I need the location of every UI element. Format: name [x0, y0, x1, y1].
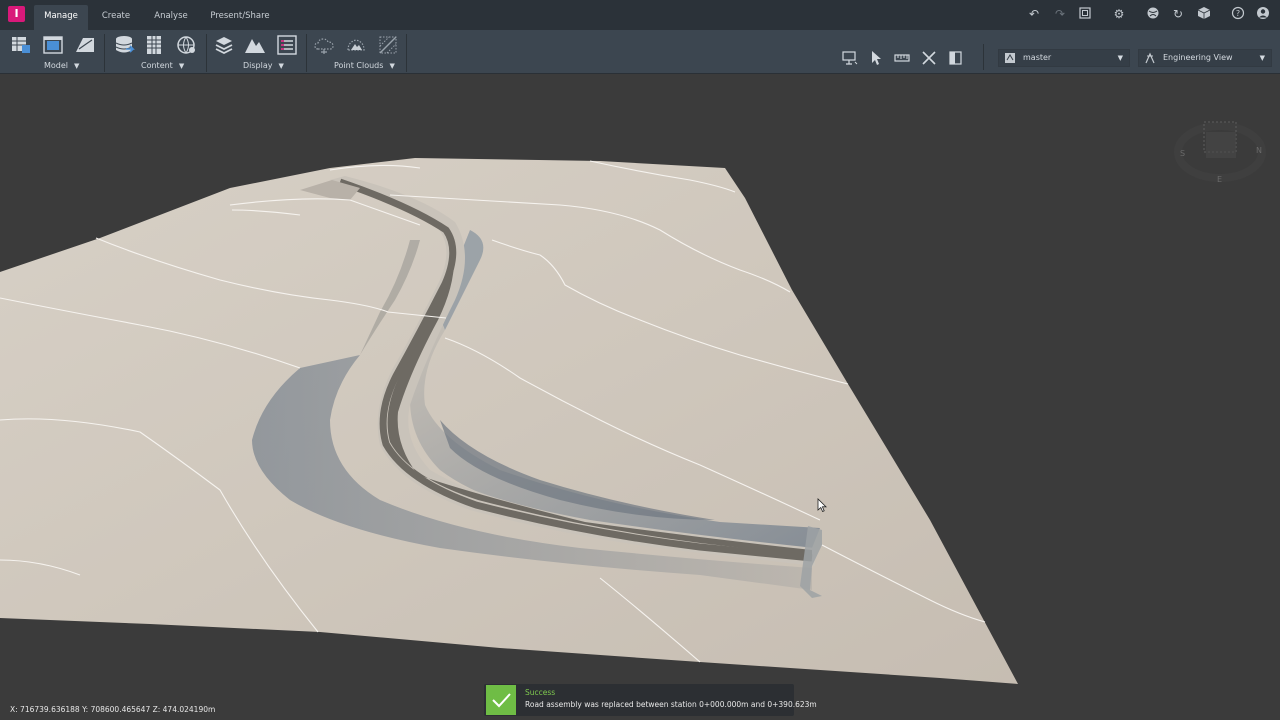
svg-text:?: ?: [1236, 9, 1240, 18]
branch-select-value: master: [1023, 53, 1052, 62]
settings-icon[interactable]: ⚙: [1111, 6, 1127, 22]
terrain-icon[interactable]: [244, 34, 266, 56]
fullscreen-icon[interactable]: [1077, 6, 1093, 22]
sync-icon[interactable]: ↻: [1170, 6, 1186, 22]
tab-present-share[interactable]: Present/Share: [206, 5, 274, 30]
measure-icon[interactable]: [894, 50, 910, 66]
engineering-view-icon: [1144, 52, 1156, 64]
tab-analyse[interactable]: Analyse: [150, 5, 192, 30]
ribbon-separator: [306, 34, 307, 72]
mouse-cursor-icon: [817, 498, 827, 512]
cube-icon[interactable]: [1196, 6, 1212, 22]
ribbon-group-point-clouds[interactable]: Point Clouds ▼: [334, 61, 395, 70]
ribbon-group-model[interactable]: Model ▼: [44, 61, 79, 70]
tab-create[interactable]: Create: [96, 5, 136, 30]
success-notification[interactable]: Success Road assembly was replaced betwe…: [484, 684, 817, 716]
viewcube-label-n[interactable]: N: [1256, 146, 1262, 155]
3d-viewport[interactable]: [0, 74, 1280, 720]
undo-icon[interactable]: ↶: [1026, 6, 1042, 22]
chevron-down-icon: ▼: [1117, 54, 1123, 62]
view-select-value: Engineering View: [1163, 53, 1233, 62]
database-icon[interactable]: [113, 34, 135, 56]
point-cloud-scan-icon[interactable]: [377, 34, 399, 56]
app-logo[interactable]: I: [8, 6, 25, 22]
ribbon-group-content[interactable]: Content ▼: [141, 61, 184, 70]
ribbon-separator: [104, 34, 105, 72]
list-icon[interactable]: [276, 34, 298, 56]
ribbon-toolbar: Model ▼ Content ▼ Display ▼ Point Clouds…: [0, 30, 1280, 74]
model-map-icon[interactable]: [74, 34, 96, 56]
ribbon-separator: [983, 44, 984, 70]
ribbon-separator: [206, 34, 207, 72]
proposal-icon: [1004, 52, 1016, 64]
terrain-surface: [0, 158, 1018, 684]
viewcube-label-s[interactable]: S: [1180, 149, 1185, 158]
user-icon[interactable]: [1255, 6, 1271, 22]
cursor-coordinates: X: 716739.636188 Y: 708600.465647 Z: 474…: [10, 705, 216, 714]
application-window: I Manage Create Analyse Present/Share ↶ …: [0, 0, 1280, 720]
check-icon: [486, 685, 516, 715]
model-table-icon[interactable]: [10, 34, 32, 56]
notification-message: Road assembly was replaced between stati…: [525, 700, 817, 709]
network-globe-icon[interactable]: [175, 34, 197, 56]
cut-icon[interactable]: [921, 50, 937, 66]
split-view-icon[interactable]: [948, 50, 964, 66]
presentation-icon[interactable]: [842, 50, 858, 66]
ribbon-group-display[interactable]: Display ▼: [243, 61, 284, 70]
terrain-scene[interactable]: [0, 74, 1280, 720]
grid-icon[interactable]: [143, 34, 165, 56]
top-tab-bar: I Manage Create Analyse Present/Share ↶ …: [0, 0, 1280, 30]
chevron-down-icon: ▼: [1259, 54, 1265, 62]
view-cube[interactable]: S N E: [1170, 108, 1270, 188]
globe-icon[interactable]: [1145, 6, 1161, 22]
branch-select[interactable]: master ▼: [998, 49, 1130, 67]
model-view-icon[interactable]: [42, 34, 64, 56]
notification-title: Success: [525, 688, 556, 697]
layers-icon[interactable]: [213, 34, 235, 56]
view-select[interactable]: Engineering View ▼: [1138, 49, 1272, 67]
point-cloud-terrain-icon[interactable]: [345, 34, 367, 56]
tab-manage[interactable]: Manage: [34, 5, 88, 30]
redo-icon[interactable]: ↷: [1052, 6, 1068, 22]
help-icon[interactable]: ?: [1230, 6, 1246, 22]
viewcube-label-e[interactable]: E: [1217, 175, 1222, 184]
ribbon-separator: [406, 34, 407, 72]
select-arrow-icon[interactable]: [868, 50, 884, 66]
point-cloud-icon[interactable]: [313, 34, 335, 56]
